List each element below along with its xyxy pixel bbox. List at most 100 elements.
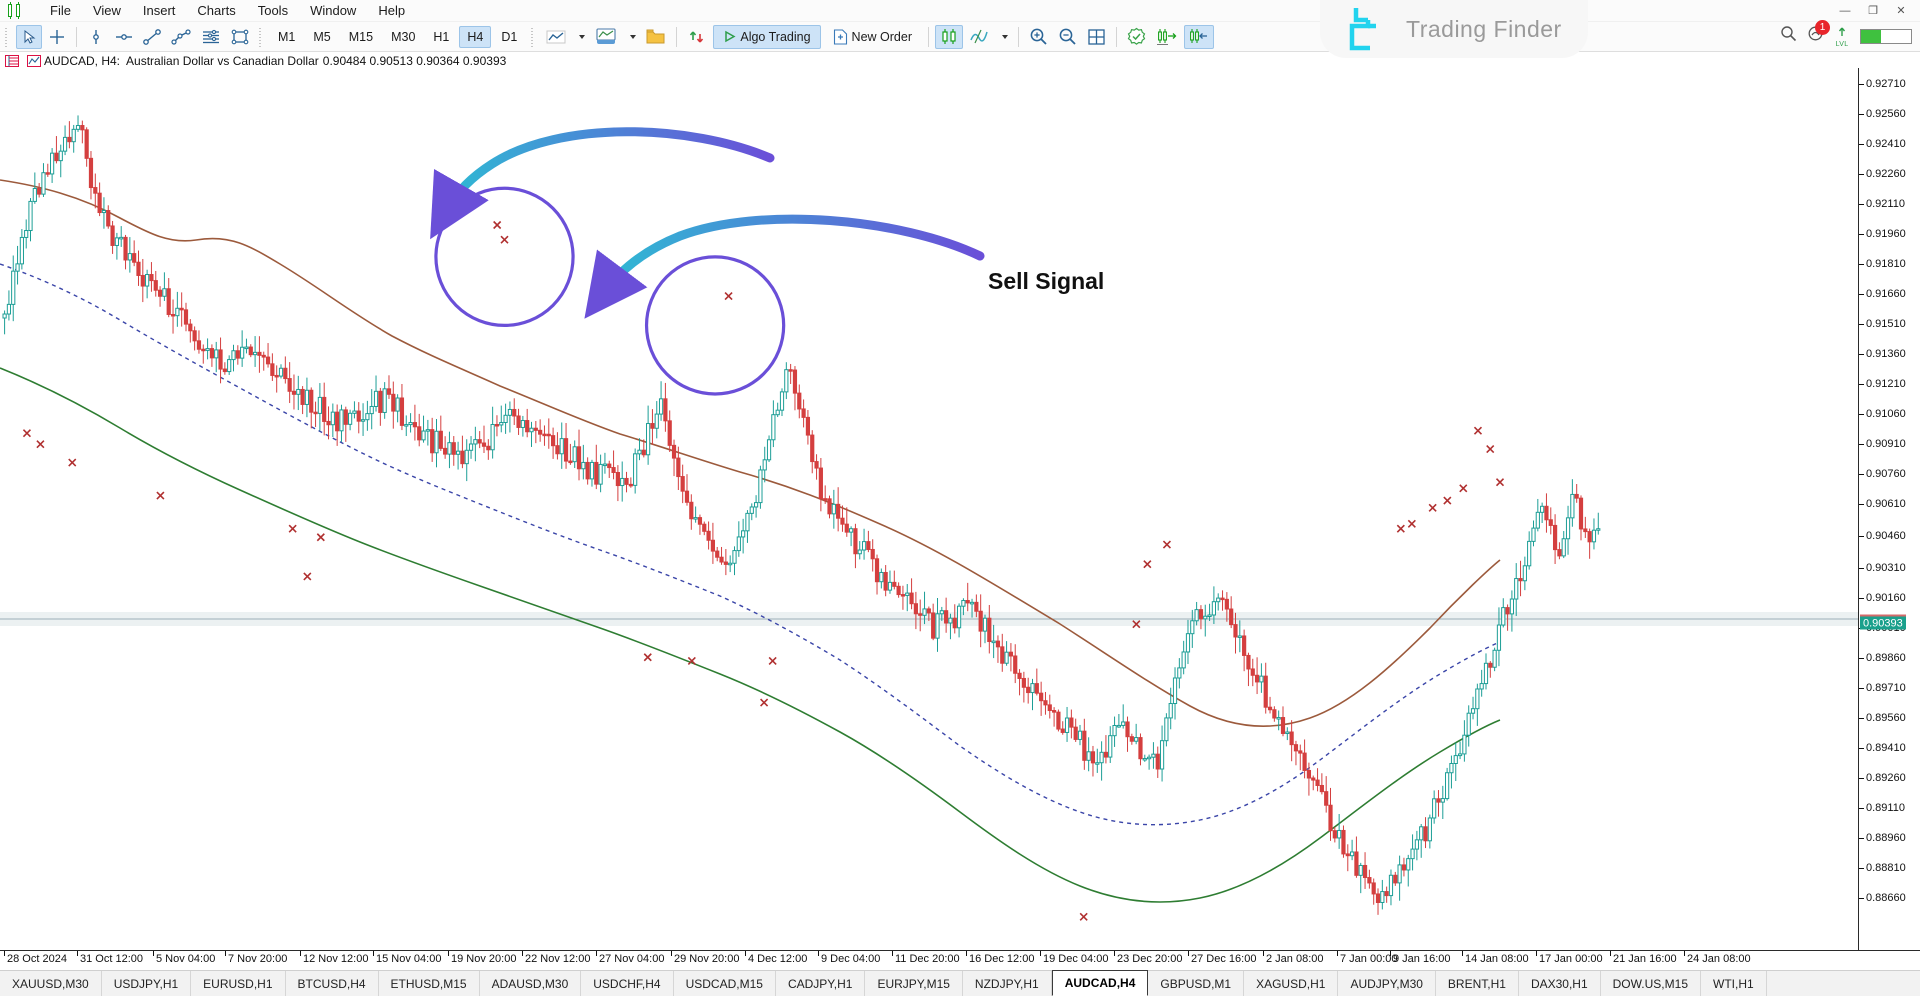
indicator-list-icon[interactable] bbox=[591, 25, 621, 49]
price-tick-6: 0.91810 bbox=[1859, 258, 1906, 270]
symbol-tab-gbpusd[interactable]: GBPUSD,M1 bbox=[1148, 971, 1245, 996]
symbol-tab-eurjpy[interactable]: EURJPY,M15 bbox=[865, 971, 963, 996]
timeframe-m15[interactable]: M15 bbox=[341, 26, 381, 48]
notifications-icon[interactable]: 1 bbox=[1807, 20, 1830, 47]
annotation-arrow-1 bbox=[430, 127, 775, 240]
chart-properties-icon[interactable] bbox=[5, 54, 19, 67]
vline-icon[interactable] bbox=[83, 25, 109, 49]
price-tick-0: 0.92710 bbox=[1859, 78, 1906, 90]
symbol-tab-adausd[interactable]: ADAUSD,M30 bbox=[480, 971, 582, 996]
price-tick-12: 0.90910 bbox=[1859, 438, 1906, 450]
indicator-dropdown-caret-icon[interactable] bbox=[572, 25, 589, 49]
time-tick-11: 9 Dec 04:00 bbox=[818, 951, 880, 965]
menu-insert[interactable]: Insert bbox=[132, 1, 187, 20]
time-tick-3: 7 Nov 20:00 bbox=[225, 951, 287, 965]
zoom-out-icon[interactable] bbox=[1054, 25, 1081, 49]
menu-file[interactable]: File bbox=[39, 1, 82, 20]
fibo-icon[interactable] bbox=[197, 25, 225, 49]
object-properties-icon[interactable] bbox=[1123, 25, 1150, 49]
symbol-tab-audcad[interactable]: AUDCAD,H4 bbox=[1051, 970, 1149, 996]
toolbar-grip[interactable] bbox=[4, 26, 11, 47]
shapes-icon[interactable] bbox=[227, 25, 253, 49]
symbol-tab-ethusd[interactable]: ETHUSD,M15 bbox=[379, 971, 480, 996]
chart-description-label: Australian Dollar vs Canadian Dollar bbox=[126, 53, 319, 68]
close-icon[interactable]: ✕ bbox=[1888, 2, 1914, 19]
market-watch-icon[interactable] bbox=[27, 54, 41, 67]
symbol-tab-usdjpy[interactable]: USDJPY,H1 bbox=[102, 971, 192, 996]
symbol-tab-dow.us[interactable]: DOW.US,M15 bbox=[1601, 971, 1701, 996]
price-tick-16: 0.90310 bbox=[1859, 562, 1906, 574]
menu-help[interactable]: Help bbox=[367, 1, 416, 20]
menu-tools[interactable]: Tools bbox=[247, 1, 299, 20]
algo-trading-button[interactable]: Algo Trading bbox=[713, 24, 821, 49]
templates-icon[interactable] bbox=[642, 25, 670, 49]
price-tick-19: 0.89860 bbox=[1859, 652, 1906, 664]
chart-header: AUDCAD, H4: Australian Dollar vs Canadia… bbox=[0, 52, 1920, 69]
chart-canvas[interactable]: Sell Signal bbox=[0, 68, 1858, 950]
time-tick-5: 15 Nov 04:00 bbox=[373, 951, 441, 965]
symbol-tab-wti[interactable]: WTI,H1 bbox=[1701, 971, 1767, 996]
new-order-button[interactable]: New Order bbox=[823, 25, 922, 49]
price-axis[interactable]: 0.92710 0.92560 0.92410 0.92260 0.92110 0.919… bbox=[1858, 68, 1920, 950]
indicators-caret-icon[interactable] bbox=[995, 25, 1012, 49]
symbol-tab-brent[interactable]: BRENT,H1 bbox=[1436, 971, 1519, 996]
symbol-tab-usdcad[interactable]: USDCAD,M15 bbox=[674, 971, 776, 996]
search-icon[interactable] bbox=[1780, 25, 1797, 47]
minimize-icon[interactable]: — bbox=[1832, 2, 1858, 19]
connection-level-label: LVL bbox=[1835, 41, 1849, 48]
symbol-tab-dax30[interactable]: DAX30,H1 bbox=[1519, 971, 1601, 996]
grid-icon[interactable] bbox=[1083, 25, 1110, 49]
toolbar-grip-timeframes[interactable] bbox=[258, 26, 265, 47]
sell-signal-marker bbox=[760, 698, 769, 707]
time-tick-19: 9 Jan 16:00 bbox=[1390, 951, 1451, 965]
timeframe-m1[interactable]: M1 bbox=[270, 26, 303, 48]
toolbar-grip-indicators[interactable] bbox=[530, 26, 538, 47]
timeframe-d1[interactable]: D1 bbox=[493, 26, 525, 48]
symbol-tab-eurusd[interactable]: EURUSD,H1 bbox=[191, 971, 286, 996]
new-order-label: New Order bbox=[851, 29, 912, 44]
current-price-label: 0.90393 bbox=[1860, 614, 1906, 630]
crosshair-icon[interactable] bbox=[44, 25, 70, 49]
highlight-circle bbox=[434, 186, 575, 328]
menu-view[interactable]: View bbox=[82, 1, 132, 20]
timeframe-h4[interactable]: H4 bbox=[459, 25, 492, 48]
timeframe-m5[interactable]: M5 bbox=[305, 26, 338, 48]
sell-signal-annotation-label: Sell Signal bbox=[988, 268, 1105, 294]
chart-shift-right-icon[interactable] bbox=[1152, 25, 1182, 49]
zoom-in-icon[interactable] bbox=[1025, 25, 1052, 49]
indicator-line-icon[interactable] bbox=[542, 25, 570, 49]
cursor-icon[interactable] bbox=[16, 24, 42, 49]
symbol-tab-usdchf[interactable]: USDCHF,H4 bbox=[581, 971, 674, 996]
autoscroll-icon[interactable] bbox=[683, 25, 711, 49]
time-tick-18: 7 Jan 00:00 bbox=[1337, 951, 1398, 965]
candlestick-chart-icon[interactable] bbox=[934, 24, 963, 49]
price-tick-25: 0.88960 bbox=[1859, 832, 1906, 844]
symbol-tab-audjpy[interactable]: AUDJPY,M30 bbox=[1338, 971, 1436, 996]
time-tick-14: 19 Dec 04:00 bbox=[1040, 951, 1108, 965]
trading-finder-watermark: Trading Finder bbox=[1320, 0, 1588, 58]
maximize-icon[interactable]: ❐ bbox=[1860, 2, 1886, 19]
menu-window[interactable]: Window bbox=[299, 1, 367, 20]
time-axis[interactable]: 28 Oct 2024 31 Oct 12:00 5 Nov 04:00 7 Nov … bbox=[0, 950, 1920, 970]
symbol-tab-xagusd[interactable]: XAGUSD,H1 bbox=[1244, 971, 1339, 996]
sell-signal-marker bbox=[316, 533, 325, 542]
symbol-tab-btcusd[interactable]: BTCUSD,H4 bbox=[286, 971, 379, 996]
indicator-list-caret-icon[interactable] bbox=[623, 25, 640, 49]
chart-shift-left-icon[interactable] bbox=[1183, 24, 1214, 49]
hline-icon[interactable] bbox=[111, 25, 137, 49]
symbol-tab-cadjpy[interactable]: CADJPY,H1 bbox=[776, 971, 866, 996]
indicators-wave-icon[interactable] bbox=[965, 25, 993, 49]
timeframe-m30[interactable]: M30 bbox=[383, 26, 423, 48]
price-tick-7: 0.91660 bbox=[1859, 288, 1906, 300]
time-tick-10: 4 Dec 12:00 bbox=[745, 951, 807, 965]
price-tick-5: 0.91960 bbox=[1859, 228, 1906, 240]
sell-signal-marker bbox=[1473, 426, 1483, 435]
menu-charts[interactable]: Charts bbox=[186, 1, 246, 20]
symbol-tab-nzdjpy[interactable]: NZDJPY,H1 bbox=[963, 971, 1052, 996]
trendline-icon[interactable] bbox=[139, 25, 165, 49]
timeframe-h1[interactable]: H1 bbox=[425, 26, 457, 48]
symbol-tab-xauusd[interactable]: XAUUSD,M30 bbox=[0, 971, 102, 996]
time-tick-23: 24 Jan 08:00 bbox=[1684, 951, 1751, 965]
polyline-icon[interactable] bbox=[167, 25, 195, 49]
time-tick-8: 27 Nov 04:00 bbox=[596, 951, 664, 965]
